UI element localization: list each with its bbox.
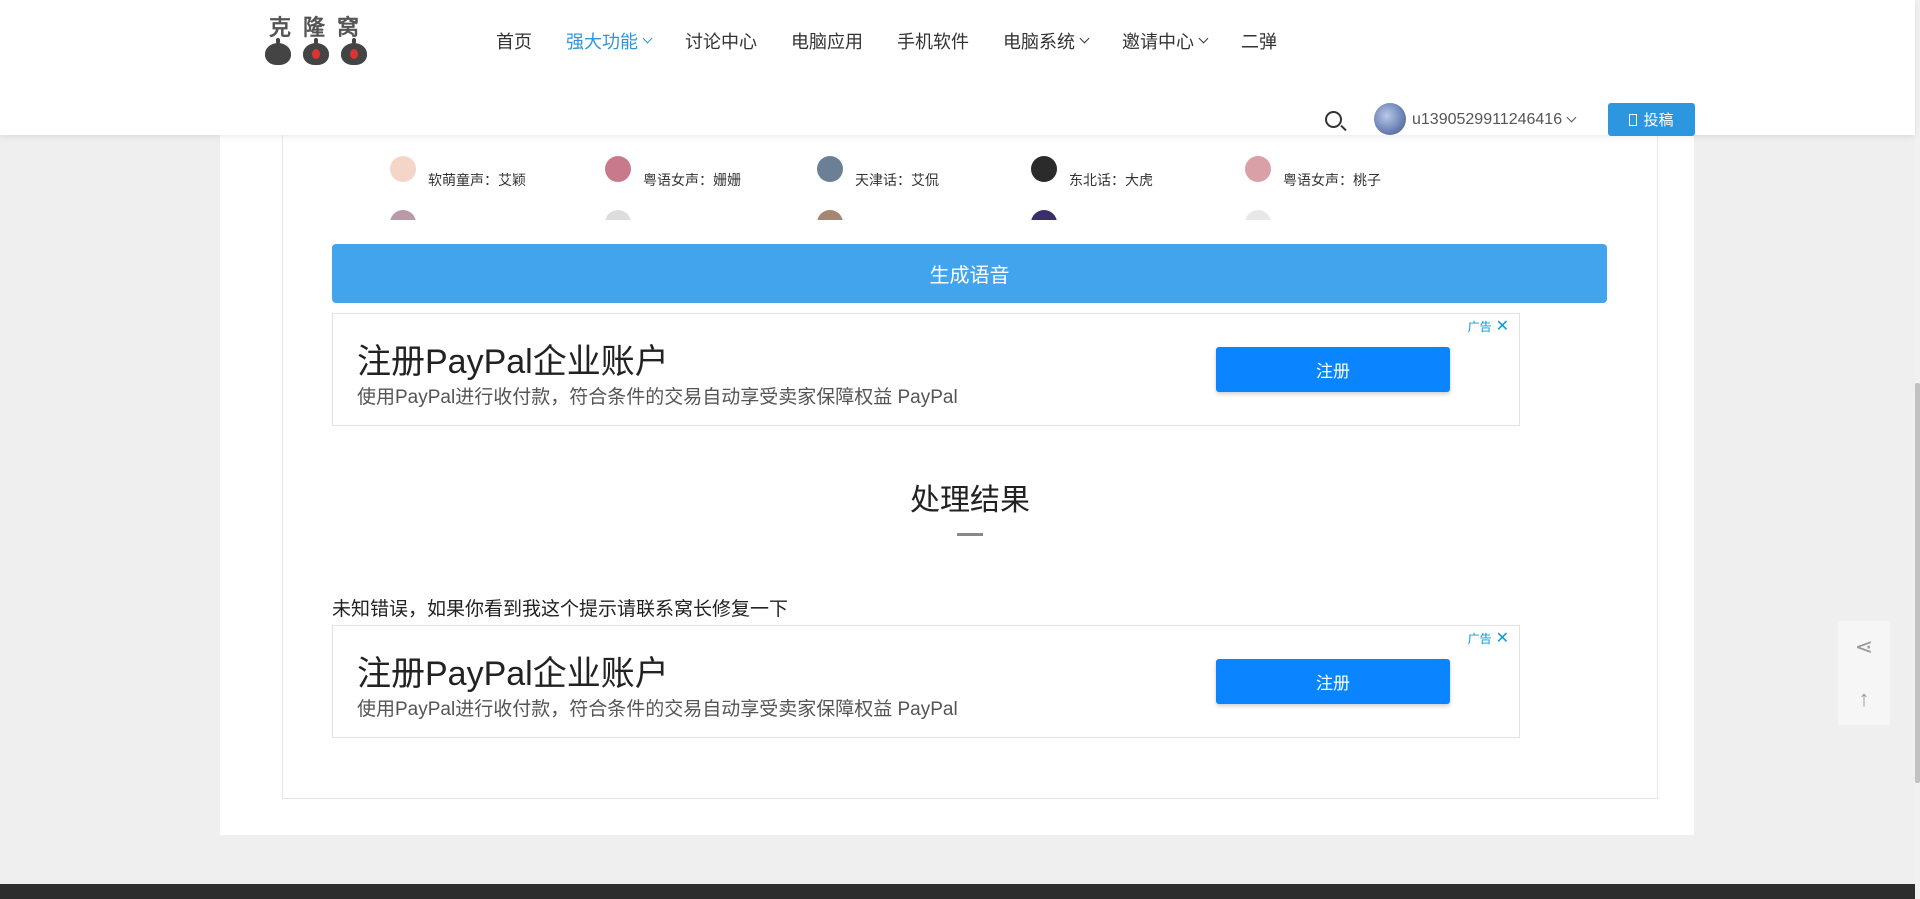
voice-label: 软萌童声：艾颖 (428, 172, 526, 188)
scrollbar-thumb[interactable] (1915, 383, 1920, 783)
ad-badge[interactable]: 广告 ✕ (1468, 316, 1509, 336)
voice-option[interactable]: 粤语女声：姗姗 (605, 156, 741, 190)
error-message: 未知错误，如果你看到我这个提示请联系窝长修复一下 (332, 599, 789, 620)
voice-avatar (1245, 156, 1271, 182)
ad-title: 注册PayPal企业账户 (357, 343, 669, 381)
voice-avatar (1031, 210, 1057, 220)
bug-icon (341, 38, 367, 65)
ad-register-button[interactable]: 注册 (1216, 347, 1450, 392)
bug-icon (265, 38, 291, 65)
ad-badge[interactable]: 广告 ✕ (1468, 628, 1509, 648)
main-nav: 首页 强大功能 讨论中心 电脑应用 手机软件 电脑系统 邀请中心 二弹 (496, 28, 1311, 54)
nav-item-discussion[interactable]: 讨论中心 (685, 28, 757, 54)
scrollbar[interactable] (1915, 0, 1920, 899)
bug-icon (303, 38, 329, 65)
voice-option[interactable]: 东北话：大虎 (1031, 156, 1153, 190)
ad-register-button[interactable]: 注册 (1216, 659, 1450, 704)
generate-voice-button[interactable]: 生成语音 (332, 244, 1607, 303)
nav-item-pc-apps[interactable]: 电脑应用 (791, 28, 863, 54)
nav-item-home[interactable]: 首页 (496, 28, 532, 54)
ad-description: 使用PayPal进行收付款，符合条件的交易自动享受卖家保障权益 PayPal (357, 699, 958, 720)
voice-label: 粤语女声：姗姗 (643, 172, 741, 188)
voice-avatar (817, 210, 843, 220)
nav-item-erdan[interactable]: 二弹 (1241, 28, 1277, 54)
voice-avatar (1031, 156, 1057, 182)
site-logo[interactable]: 克隆窝 (263, 10, 373, 66)
ad-banner[interactable]: 注册PayPal企业账户 使用PayPal进行收付款，符合条件的交易自动享受卖家… (332, 313, 1520, 426)
voice-avatar (1245, 210, 1271, 220)
site-header: 克隆窝 首页 强大功能 讨论中心 电脑应用 手机软件 电脑系统 邀请中心 二弹 … (0, 0, 1915, 136)
voice-label: 粤语女声：桃子 (1283, 172, 1381, 188)
voice-option[interactable]: 粤语女声：桃子 (1245, 156, 1381, 190)
user-menu[interactable]: u1390529911246416 (1412, 111, 1577, 129)
nav-item-mobile-apps[interactable]: 手机软件 (897, 28, 969, 54)
avatar[interactable] (1374, 103, 1406, 135)
site-footer (0, 884, 1915, 899)
username: u1390529911246416 (1412, 111, 1563, 128)
floating-toolbar: ⋖ ↑ (1838, 621, 1890, 725)
voice-option[interactable]: 软萌童声：艾颖 (390, 156, 526, 190)
logo-text: 克隆窝 (269, 15, 372, 41)
nav-item-pc-systems[interactable]: 电脑系统 (1003, 28, 1090, 54)
nav-item-invite[interactable]: 邀请中心 (1122, 28, 1209, 54)
voice-avatar (817, 156, 843, 182)
result-title: 处理结果 (910, 484, 1030, 517)
chevron-down-icon (1198, 33, 1209, 44)
voice-avatar (390, 156, 416, 182)
voice-avatar (390, 210, 416, 220)
back-to-top-icon[interactable]: ↑ (1838, 673, 1890, 725)
chevron-down-icon (642, 33, 653, 44)
voice-label: 天津话：艾侃 (855, 172, 939, 188)
voice-avatar (605, 210, 631, 220)
ad-banner[interactable]: 注册PayPal企业账户 使用PayPal进行收付款，符合条件的交易自动享受卖家… (332, 625, 1520, 738)
close-icon[interactable]: ✕ (1496, 628, 1509, 648)
edit-icon (1629, 113, 1638, 126)
chevron-down-icon (1079, 33, 1090, 44)
share-icon[interactable]: ⋖ (1838, 621, 1890, 673)
voice-avatar (605, 156, 631, 182)
voice-option[interactable]: 天津话：艾侃 (817, 156, 939, 190)
voice-label: 东北话：大虎 (1069, 172, 1153, 188)
ad-description: 使用PayPal进行收付款，符合条件的交易自动享受卖家保障权益 PayPal (357, 387, 958, 408)
post-button[interactable]: 投稿 (1608, 103, 1695, 136)
search-icon[interactable] (1325, 111, 1342, 128)
title-divider (957, 533, 983, 536)
chevron-down-icon (1566, 112, 1577, 123)
close-icon[interactable]: ✕ (1496, 316, 1509, 336)
nav-item-features[interactable]: 强大功能 (566, 28, 653, 54)
ad-title: 注册PayPal企业账户 (357, 655, 669, 693)
voice-list: 软萌童声：艾颖 粤语女声：姗姗 天津话：艾侃 东北话：大虎 粤语女声：桃子 (390, 156, 1450, 220)
